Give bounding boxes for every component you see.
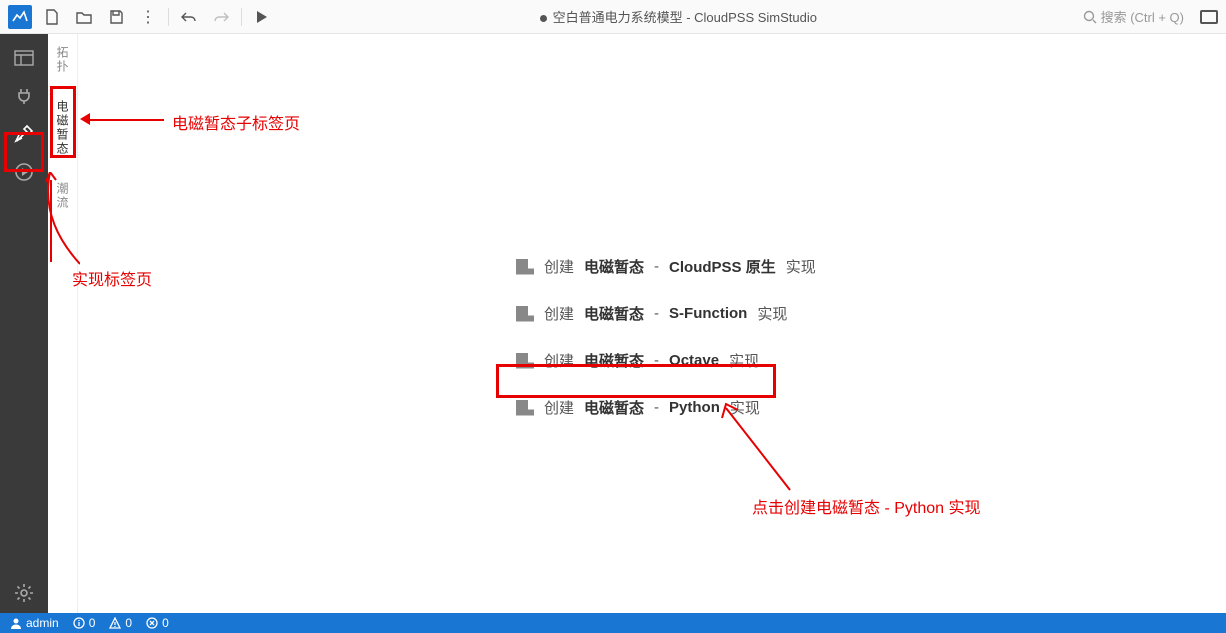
left-rail [0, 34, 48, 613]
rail-overview-icon[interactable] [6, 40, 42, 76]
vtab-topology[interactable]: 拓扑 [52, 40, 73, 80]
create-option-sfunction[interactable]: 创建 电磁暂态 - S-Function 实现 [508, 299, 824, 328]
rail-settings-icon[interactable] [6, 575, 42, 611]
save-icon[interactable] [104, 5, 128, 29]
run-icon[interactable] [250, 5, 274, 29]
doc-icon [516, 306, 534, 322]
window-title: 空白普通电力系统模型 - CloudPSS SimStudio [282, 7, 1075, 26]
fullscreen-icon[interactable] [1200, 10, 1218, 24]
logo-icon[interactable] [8, 5, 32, 29]
search-placeholder: 搜索 (Ctrl + Q) [1101, 7, 1184, 26]
create-option-cloudpss[interactable]: 创建 电磁暂态 - CloudPSS 原生 实现 [508, 252, 824, 281]
vtab-powerflow[interactable]: 潮流 [52, 176, 73, 216]
more-icon[interactable]: ⋮ [136, 5, 160, 29]
redo-icon[interactable] [209, 5, 233, 29]
search-box[interactable]: 搜索 (Ctrl + Q) [1083, 7, 1184, 26]
toolbar-separator [168, 8, 169, 26]
status-bar: admin 0 0 0 [0, 613, 1226, 633]
doc-icon [516, 259, 534, 275]
vertical-tabs: 拓扑 电磁暂态 潮流 [48, 34, 78, 613]
status-user[interactable]: admin [10, 616, 59, 630]
title-text-2: CloudPSS SimStudio [694, 10, 817, 25]
status-warn[interactable]: 0 [109, 616, 132, 630]
main-area: 创建 电磁暂态 - CloudPSS 原生 实现 创建 电磁暂态 - S-Fun… [78, 34, 1226, 613]
undo-icon[interactable] [177, 5, 201, 29]
rail-plug-icon[interactable] [6, 78, 42, 114]
status-error[interactable]: 0 [146, 616, 169, 630]
create-option-list: 创建 电磁暂态 - CloudPSS 原生 实现 创建 电磁暂态 - S-Fun… [508, 252, 824, 422]
open-folder-icon[interactable] [72, 5, 96, 29]
status-info[interactable]: 0 [73, 616, 96, 630]
rail-play-icon[interactable] [6, 154, 42, 190]
toolbar-separator [241, 8, 242, 26]
rail-tools-icon[interactable] [6, 116, 42, 152]
top-toolbar: ⋮ 空白普通电力系统模型 - CloudPSS SimStudio 搜索 (Ct… [0, 0, 1226, 34]
title-text-1: 空白普通电力系统模型 - [553, 10, 695, 25]
new-file-icon[interactable] [40, 5, 64, 29]
doc-icon [516, 400, 534, 416]
doc-icon [516, 353, 534, 369]
create-option-octave[interactable]: 创建 电磁暂态 - Octave 实现 [508, 346, 824, 375]
vtab-emt[interactable]: 电磁暂态 [52, 94, 73, 162]
create-option-python[interactable]: 创建 电磁暂态 - Python 实现 [508, 393, 824, 422]
